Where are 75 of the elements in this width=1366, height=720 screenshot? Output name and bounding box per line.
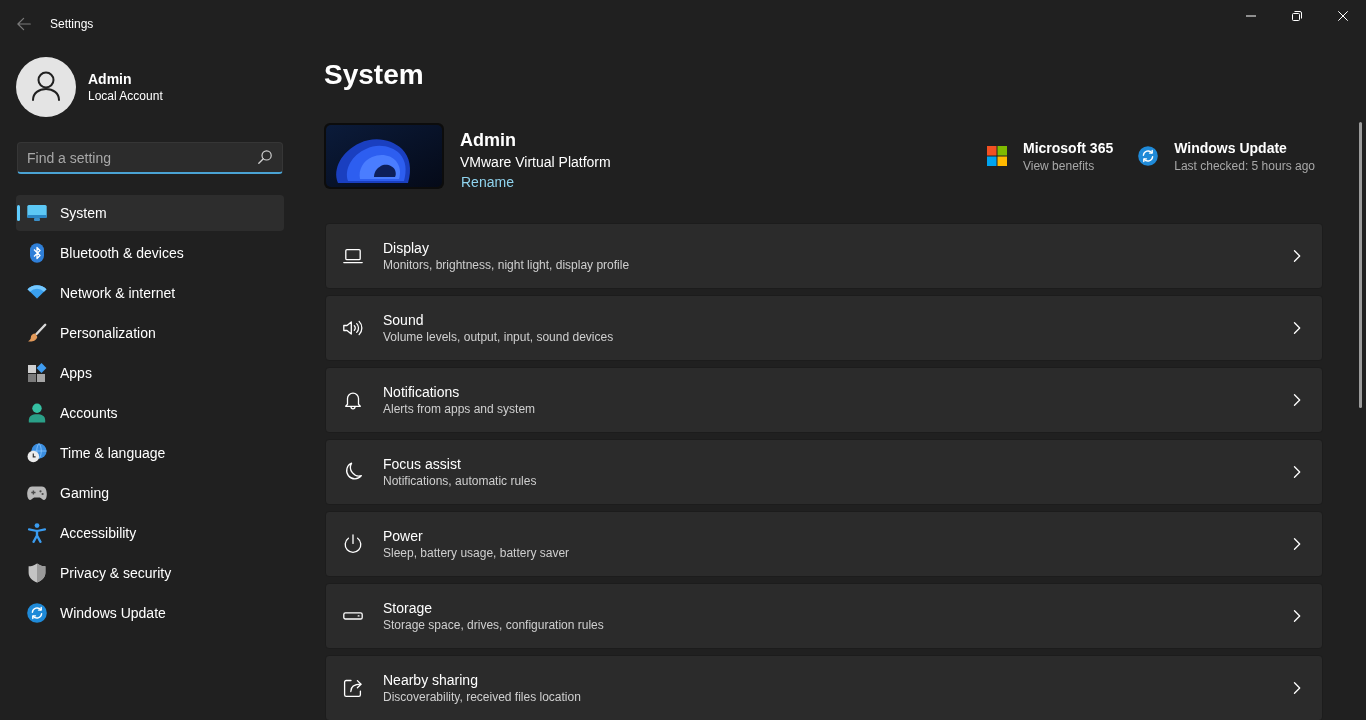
setting-description: Discoverability, received files location [383,689,581,705]
sync-icon [27,603,47,623]
chevron-right-icon [1291,322,1303,334]
quick-link-title[interactable]: Microsoft 365 [1023,138,1114,158]
back-arrow-icon[interactable] [17,17,31,31]
nav-item[interactable]: Apps [16,355,284,391]
settings-card[interactable]: Sound Volume levels, output, input, sound devices [325,295,1323,361]
settings-card[interactable]: Nearby sharing Discoverability, received files location [325,655,1323,720]
settings-card[interactable]: Notifications Alerts from apps and system [325,367,1323,433]
quick-link-title[interactable]: Windows Update [1174,138,1287,158]
setting-title: Display [383,239,429,257]
settings-card[interactable]: Focus assist Notifications, automatic rules [325,439,1323,505]
device-name: Admin [460,129,516,152]
chevron-right-icon [1291,538,1303,550]
bell-icon [343,390,363,410]
shield-icon [27,563,47,583]
setting-title: Focus assist [383,455,461,473]
setting-description: Monitors, brightness, night light, display profile [383,257,630,273]
scrollbar-thumb[interactable] [1359,122,1362,408]
nav-item[interactable]: Accessibility [16,515,284,551]
chevron-right-icon [1291,610,1303,622]
setting-description: Notifications, automatic rules [383,473,537,489]
settings-card[interactable]: Power Sleep, battery usage, battery saver [325,511,1323,577]
nav-item[interactable]: Gaming [16,475,284,511]
search-icon[interactable] [258,150,272,164]
nav-item[interactable]: Accounts [16,395,284,431]
chevron-right-icon [1291,394,1303,406]
nav-item[interactable]: Personalization [16,315,284,351]
speaker-icon [343,318,363,338]
chevron-right-icon [1291,682,1303,694]
monitor-icon [27,203,47,223]
nav-item[interactable]: Privacy & security [16,555,284,591]
nav-item[interactable]: System [16,195,284,231]
moon-icon [343,462,363,482]
chevron-right-icon [1291,466,1303,478]
selection-indicator [17,205,20,221]
close-icon[interactable] [1338,11,1348,21]
setting-title: Storage [383,599,433,617]
account-type: Local Account [88,88,163,104]
page-title: System [324,58,424,92]
setting-title: Power [383,527,423,545]
search-field[interactable]: Find a setting [17,142,283,174]
laptop-icon [343,246,363,266]
nav-item[interactable]: Time & language [16,435,284,471]
setting-title: Nearby sharing [383,671,478,689]
nav-item[interactable]: Bluetooth & devices [16,235,284,271]
setting-description: Alerts from apps and system [383,401,536,417]
nav-item[interactable]: Network & internet [16,275,284,311]
window-title: Settings [50,16,94,32]
nav-item[interactable]: Windows Update [16,595,284,631]
setting-title: Notifications [383,383,460,401]
device-model: VMware Virtual Platform [460,153,611,172]
accessibility-icon [27,523,47,543]
settings-card[interactable]: Storage Storage space, drives, configuration rules [325,583,1323,649]
rename-link[interactable]: Rename [461,172,514,192]
bluetooth-icon [27,243,47,263]
chevron-right-icon [1291,250,1303,262]
share-icon [343,678,363,698]
profile-name: Admin [88,70,132,88]
sync-icon[interactable] [1138,146,1159,166]
quick-link-subtitle: View benefits [1023,158,1095,174]
avatar-icon [16,57,76,117]
globe-clock-icon [27,443,47,463]
setting-description: Volume levels, output, input, sound devices [383,329,614,345]
setting-description: Sleep, battery usage, battery saver [383,545,570,561]
squares-logo-icon[interactable] [987,146,1007,166]
setting-title: Sound [383,311,424,329]
paintbrush-icon [27,323,47,343]
apps-grid-icon [27,363,47,383]
quick-link-subtitle: Last checked: 5 hours ago [1174,158,1315,174]
person-icon [27,403,47,423]
restore-icon[interactable] [1292,11,1302,21]
setting-description: Storage space, drives, configuration rules [383,617,604,633]
settings-card[interactable]: Display Monitors, brightness, night light, display profile [325,223,1323,289]
power-icon [343,534,363,554]
